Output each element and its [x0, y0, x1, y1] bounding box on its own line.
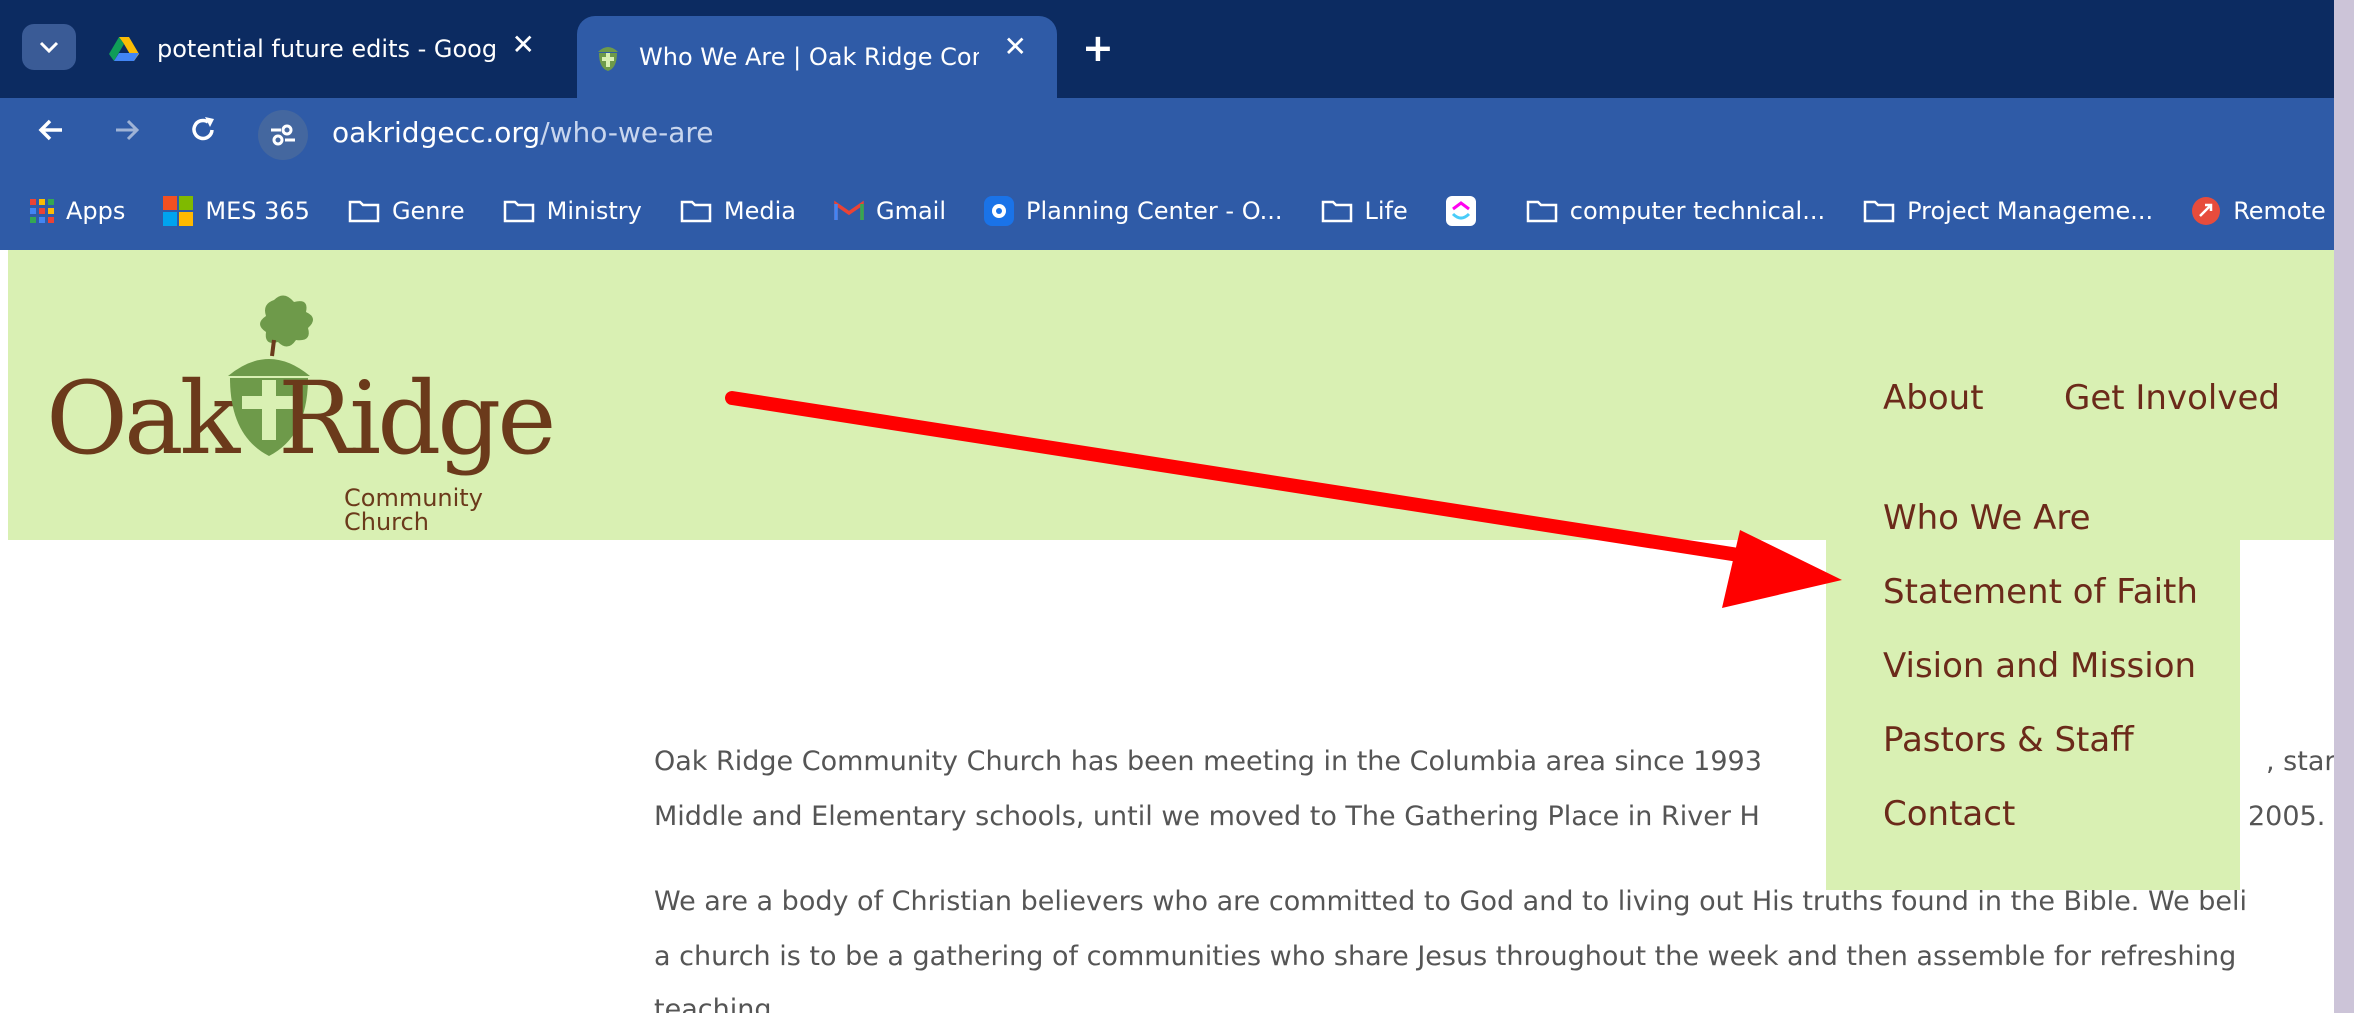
red-annotation-arrow-icon: [725, 391, 1842, 608]
browser-window: potential future edits - Google D ✕ Who …: [0, 0, 2334, 1013]
